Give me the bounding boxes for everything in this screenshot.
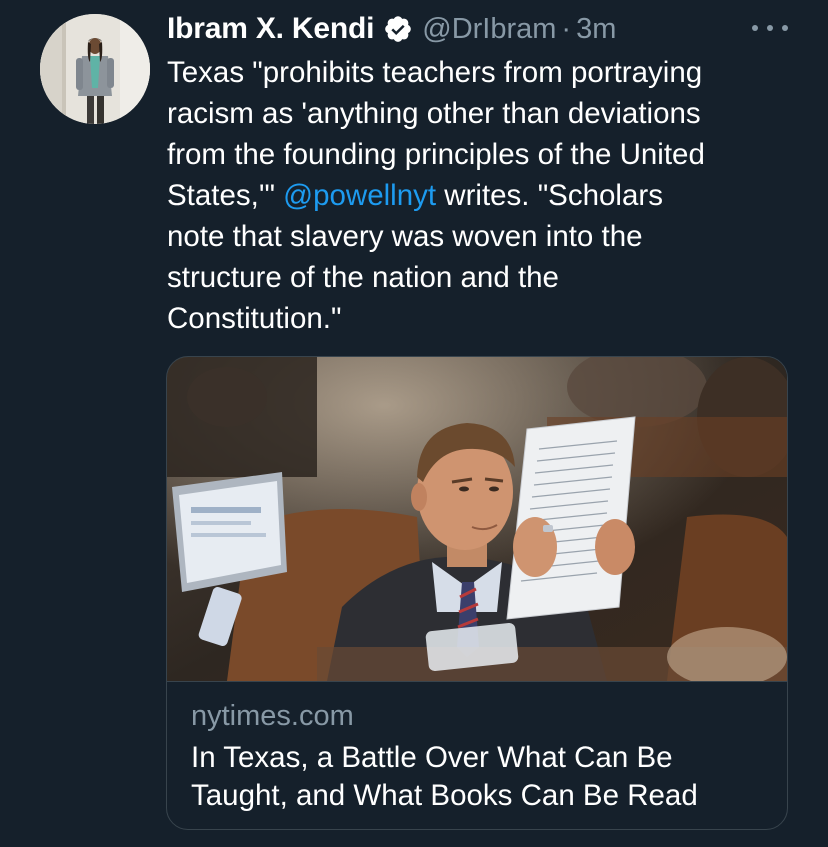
tweet-text: Texas "prohibits teachers from portrayin… [167, 52, 792, 339]
tweet-text-line: Texas "prohibits teachers from portrayin… [167, 56, 703, 89]
tweet-text-line: States,'" @powellnyt writes. "Scholars [167, 179, 663, 212]
tweet-text-line: structure of the nation and the [167, 261, 559, 294]
tweet-timestamp[interactable]: 3m [576, 13, 616, 46]
author-display-name[interactable]: Ibram X. Kendi [167, 12, 374, 46]
verified-badge-icon [383, 14, 413, 44]
card-title-line: Taught, and What Books Can Be Read [191, 779, 698, 812]
profile-photo-icon [40, 14, 150, 124]
author-handle[interactable]: @DrIbram [422, 13, 556, 46]
dot-icon [752, 25, 758, 31]
article-photo-icon[interactable] [167, 357, 787, 681]
card-divider [167, 681, 787, 682]
tweet-text-line: note that slavery was woven into the [167, 220, 643, 253]
tweet-text-line: from the founding principles of the Unit… [167, 138, 705, 171]
link-preview-card[interactable]: nytimes.com In Texas, a Battle Over What… [166, 356, 788, 830]
mention-link[interactable]: @powellnyt [283, 179, 436, 212]
separator-dot: · [561, 12, 572, 45]
card-title[interactable]: In Texas, a Battle Over What Can Be Taug… [191, 739, 771, 815]
author-avatar[interactable] [40, 14, 150, 124]
dot-icon [782, 25, 788, 31]
tweet-header: Ibram X. Kendi @DrIbram · 3m [167, 8, 616, 50]
card-title-line: In Texas, a Battle Over What Can Be [191, 741, 673, 774]
tweet-text-line: racism as 'anything other than deviation… [167, 97, 701, 130]
card-domain: nytimes.com [191, 700, 354, 732]
tweet-text-line: Constitution." [167, 302, 342, 335]
dot-icon [767, 25, 773, 31]
more-dots-icon[interactable] [752, 14, 788, 42]
